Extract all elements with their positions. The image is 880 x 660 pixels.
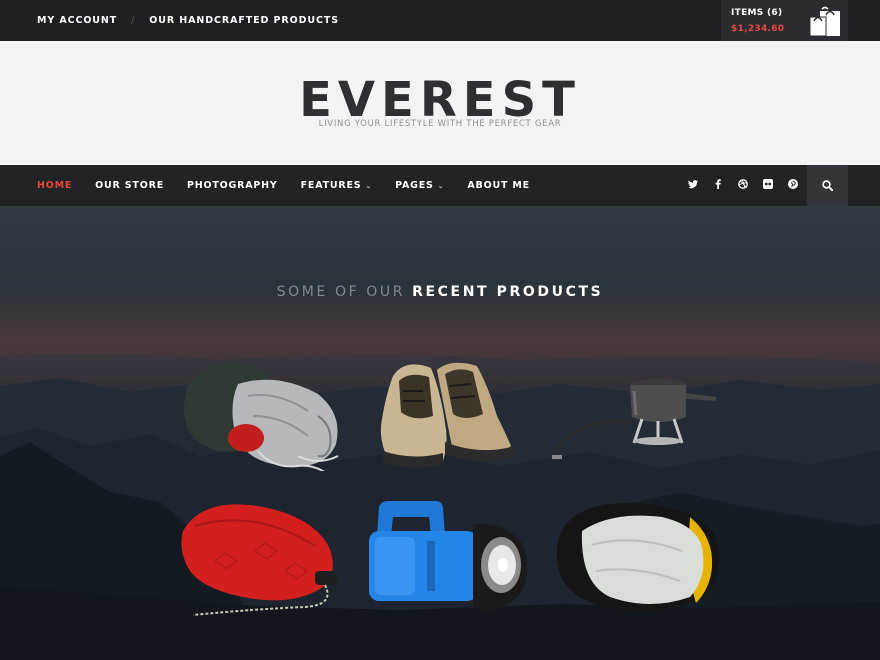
site-tagline: LIVING YOUR LIFESTYLE WITH THE PERFECT G…	[318, 119, 562, 129]
handcrafted-products-link[interactable]: OUR HANDCRAFTED PRODUCTS	[149, 15, 339, 26]
nav-item-label: HOME	[37, 180, 73, 191]
search-button[interactable]	[807, 165, 848, 206]
product-blue-lantern[interactable]	[365, 501, 535, 613]
nav-item-features[interactable]: FEATURES ⌄	[301, 180, 373, 191]
hero-title-prefix: SOME OF OUR	[276, 284, 406, 300]
hero-title-main: RECENT PRODUCTS	[412, 284, 604, 300]
nav-item-our-store[interactable]: OUR STORE	[95, 180, 164, 191]
dribbble-icon[interactable]	[730, 179, 755, 192]
pinterest-icon[interactable]	[780, 179, 805, 192]
top-links-separator: /	[131, 15, 136, 26]
chevron-down-icon: ⌄	[365, 181, 373, 190]
product-hiking-boots[interactable]	[375, 356, 525, 471]
site-header: EVEREST LIVING YOUR LIFESTYLE WITH THE P…	[0, 41, 880, 165]
shopping-bag-icon	[809, 6, 840, 37]
top-bar: MY ACCOUNT / OUR HANDCRAFTED PRODUCTS IT…	[0, 0, 880, 41]
nav-item-label: PHOTOGRAPHY	[187, 180, 278, 191]
nav-item-label: ABOUT ME	[467, 180, 530, 191]
nav-item-pages[interactable]: PAGES ⌄	[395, 180, 444, 191]
nav-item-label: OUR STORE	[95, 180, 164, 191]
main-navigation: HOME OUR STORE PHOTOGRAPHY FEATURES ⌄ PAG…	[0, 165, 880, 206]
nav-menu: HOME OUR STORE PHOTOGRAPHY FEATURES ⌄ PAG…	[37, 165, 553, 206]
facebook-icon[interactable]	[705, 179, 730, 192]
product-sleeping-bag-sack[interactable]	[552, 501, 722, 613]
hero-section: SOME OF OUR RECENT PRODUCTS	[0, 206, 880, 660]
search-icon	[822, 180, 833, 191]
my-account-link[interactable]: MY ACCOUNT	[37, 15, 117, 26]
nav-item-label: FEATURES	[300, 180, 362, 191]
product-stuff-sacks[interactable]	[178, 356, 353, 471]
nav-item-home[interactable]: HOME	[37, 180, 72, 191]
chevron-down-icon: ⌄	[437, 181, 445, 190]
cart-items-count: ITEMS (6)	[731, 8, 783, 18]
flickr-icon[interactable]	[755, 179, 780, 192]
product-red-compression-sack[interactable]	[175, 501, 355, 616]
social-links	[680, 165, 805, 206]
twitter-icon[interactable]	[680, 179, 705, 192]
nav-item-label: PAGES	[395, 180, 434, 191]
nav-item-photography[interactable]: PHOTOGRAPHY	[187, 180, 278, 191]
top-links: MY ACCOUNT / OUR HANDCRAFTED PRODUCTS	[37, 0, 339, 41]
nav-item-about-me[interactable]: ABOUT ME	[467, 180, 530, 191]
hero-title: SOME OF OUR RECENT PRODUCTS	[0, 284, 880, 300]
cart-total: $1,234.60	[731, 24, 785, 34]
product-camping-stove[interactable]	[550, 371, 720, 461]
cart-widget[interactable]: ITEMS (6) $1,234.60	[721, 0, 848, 41]
